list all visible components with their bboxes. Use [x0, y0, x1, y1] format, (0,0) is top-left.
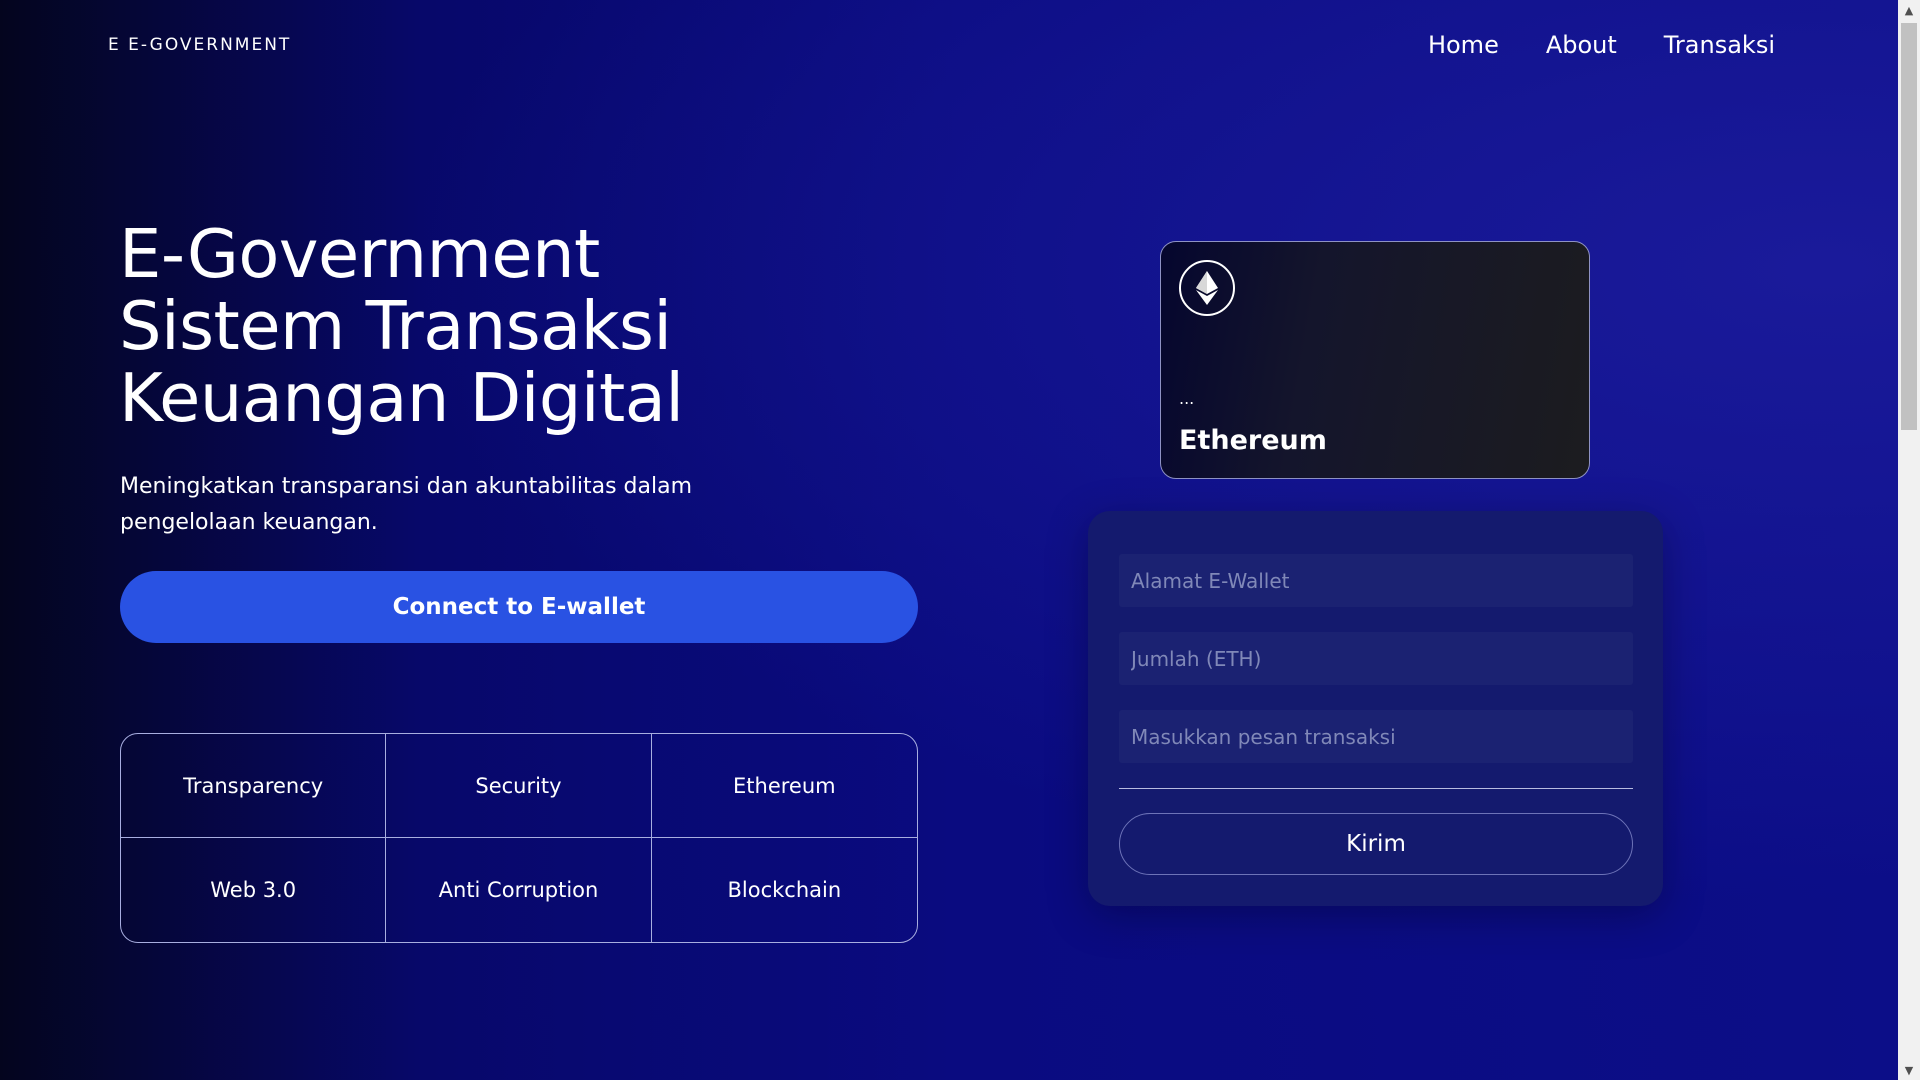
- connect-wallet-button[interactable]: Connect to E-wallet: [120, 571, 918, 643]
- feature-blockchain: Blockchain: [727, 878, 842, 902]
- feature-grid: Transparency Security Ethereum Web 3.0 A…: [120, 733, 918, 943]
- page-scrollbar[interactable]: ▲ ▼: [1898, 0, 1920, 1080]
- wallet-address-input[interactable]: [1119, 554, 1633, 607]
- feature-ethereum: Ethereum: [651, 734, 917, 838]
- site-logo[interactable]: E E-GOVERNMENT: [108, 33, 291, 57]
- feature-anti-corruption: Anti Corruption: [386, 838, 652, 942]
- hero-title-line-3: Keuangan Digital: [119, 359, 684, 437]
- send-button[interactable]: Kirim: [1119, 813, 1633, 875]
- nav-transaksi-link[interactable]: Transaksi: [1664, 28, 1775, 62]
- feature-security: Security: [386, 734, 652, 838]
- landing-page: E E-GOVERNMENT Home About Transaksi E-Go…: [0, 0, 1920, 1080]
- ethereum-icon: [1179, 260, 1235, 316]
- message-input[interactable]: [1119, 710, 1633, 763]
- hero-title: E-Government Sistem Transaksi Keuangan D…: [119, 215, 684, 437]
- ethereum-card: ... Ethereum: [1160, 241, 1590, 479]
- nav-about-link[interactable]: About: [1546, 28, 1617, 62]
- hero-subtitle: Meningkatkan transparansi dan akuntabili…: [120, 474, 693, 535]
- nav-home-link[interactable]: Home: [1428, 28, 1499, 62]
- scroll-up-icon[interactable]: ▲: [1898, 0, 1920, 20]
- scroll-down-icon[interactable]: ▼: [1898, 1060, 1920, 1080]
- main-nav: Home About Transaksi: [1428, 28, 1775, 62]
- hero-title-line-1: E-Government: [119, 215, 600, 293]
- feature-web3: Web 3.0: [121, 838, 387, 942]
- network-name: Ethereum: [1179, 425, 1327, 456]
- amount-input[interactable]: [1119, 632, 1633, 685]
- feature-transparency: Transparency: [121, 734, 387, 838]
- wallet-address: ...: [1179, 389, 1195, 408]
- hero-title-line-2: Sistem Transaksi: [119, 287, 672, 365]
- scroll-thumb[interactable]: [1901, 23, 1917, 430]
- logo-text: E E-GOVERNMENT: [108, 35, 292, 55]
- transaction-form: Kirim: [1088, 511, 1663, 906]
- form-divider: [1119, 788, 1633, 789]
